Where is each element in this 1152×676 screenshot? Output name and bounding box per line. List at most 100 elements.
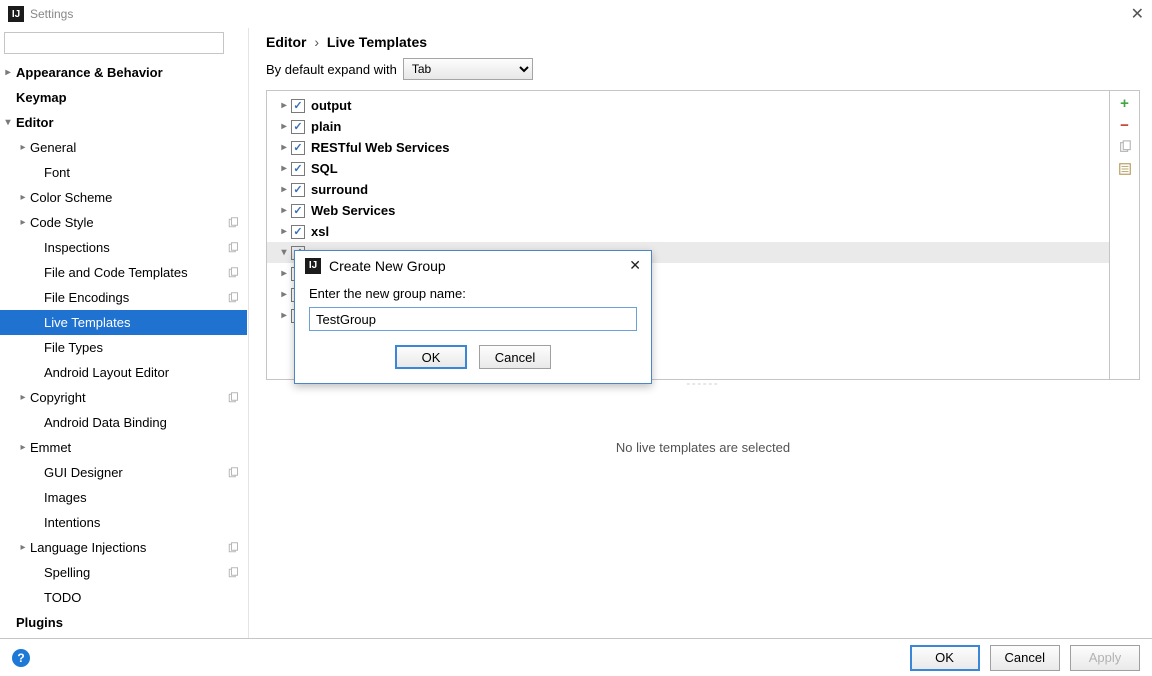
template-group-label: surround <box>311 182 368 197</box>
apply-button[interactable]: Apply <box>1070 645 1140 671</box>
sidebar-item-label: Appearance & Behavior <box>16 65 163 80</box>
sidebar-item[interactable]: Plugins <box>0 610 247 635</box>
sidebar-item[interactable]: ▾Editor <box>0 110 247 135</box>
scope-icon <box>227 467 239 479</box>
breadcrumb: Editor › Live Templates <box>254 28 1152 52</box>
chevron-right-icon: ▸ <box>277 184 291 195</box>
settings-search-input[interactable] <box>4 32 224 54</box>
sidebar-item[interactable]: Intentions <box>0 510 247 535</box>
sidebar-item-label: File Types <box>44 340 103 355</box>
chevron-right-icon: ▸ <box>277 289 291 300</box>
add-template-button[interactable]: + <box>1117 95 1133 111</box>
sidebar-item-label: Android Data Binding <box>44 415 167 430</box>
sidebar-item-label: Plugins <box>16 615 63 630</box>
template-group-row[interactable]: ▸plain <box>267 116 1109 137</box>
chevron-right-icon: ▸ <box>16 392 30 403</box>
dialog-footer: ? OK Cancel Apply <box>0 638 1152 676</box>
sidebar-item-label: File and Code Templates <box>44 265 188 280</box>
breadcrumb-part[interactable]: Editor <box>266 34 306 50</box>
sidebar-item-label: Live Templates <box>44 315 130 330</box>
template-group-label: RESTful Web Services <box>311 140 449 155</box>
sidebar-item[interactable]: Inspections <box>0 235 247 260</box>
template-group-row[interactable]: ▸xsl <box>267 221 1109 242</box>
sidebar-item-label: Images <box>44 490 87 505</box>
cancel-button[interactable]: Cancel <box>990 645 1060 671</box>
chevron-right-icon: ▸ <box>277 100 291 111</box>
template-checkbox[interactable] <box>291 162 305 176</box>
template-group-row[interactable]: ▸ surround <box>267 179 1109 200</box>
sidebar-item-label: Inspections <box>44 240 110 255</box>
sidebar-item-label: Spelling <box>44 565 90 580</box>
sidebar-item-label: Language Injections <box>30 540 146 555</box>
templates-toolbar: + − <box>1109 91 1139 379</box>
dialog-ok-button[interactable]: OK <box>395 345 467 369</box>
template-group-row[interactable]: ▸ Web Services <box>267 200 1109 221</box>
chevron-right-icon: ▸ <box>277 226 291 237</box>
help-button[interactable]: ? <box>12 649 30 667</box>
sidebar-item-label: GUI Designer <box>44 465 123 480</box>
sidebar-item[interactable]: ▸Code Style <box>0 210 247 235</box>
remove-template-button[interactable]: − <box>1117 117 1133 133</box>
sidebar-item[interactable]: Spelling <box>0 560 247 585</box>
sidebar-item[interactable]: Font <box>0 160 247 185</box>
template-checkbox[interactable] <box>291 99 305 113</box>
scope-icon <box>227 217 239 229</box>
template-group-row[interactable]: ▸SQL <box>267 158 1109 179</box>
dialog-prompt: Enter the new group name: <box>309 286 637 301</box>
template-checkbox[interactable] <box>291 204 305 218</box>
sidebar-item[interactable]: Keymap <box>0 85 247 110</box>
template-group-row[interactable]: ▸RESTful Web Services <box>267 137 1109 158</box>
sidebar-item-label: Intentions <box>44 515 100 530</box>
sidebar-item[interactable]: File and Code Templates <box>0 260 247 285</box>
scope-icon <box>227 242 239 254</box>
scope-icon <box>227 567 239 579</box>
chevron-right-icon: ▸ <box>277 205 291 216</box>
sidebar-item-label: Code Style <box>30 215 94 230</box>
sidebar-item[interactable]: ▸Appearance & Behavior <box>0 60 247 85</box>
chevron-right-icon: ▸ <box>0 67 16 78</box>
chevron-right-icon: ▸ <box>277 268 291 279</box>
template-checkbox[interactable] <box>291 225 305 239</box>
copy-template-button[interactable] <box>1117 139 1133 155</box>
template-group-row[interactable]: ▸output <box>267 95 1109 116</box>
sidebar-item-label: TODO <box>44 590 81 605</box>
template-group-label: Web Services <box>311 203 395 218</box>
chevron-right-icon: ▸ <box>277 163 291 174</box>
sidebar-item-label: Font <box>44 165 70 180</box>
dialog-cancel-button[interactable]: Cancel <box>479 345 551 369</box>
sidebar-item[interactable]: Live Templates <box>0 310 247 335</box>
sidebar-item[interactable]: ▸Color Scheme <box>0 185 247 210</box>
dialog-close-button[interactable]: ✕ <box>629 257 641 274</box>
ok-button[interactable]: OK <box>910 645 980 671</box>
group-name-input[interactable] <box>309 307 637 331</box>
sidebar-item[interactable]: Images <box>0 485 247 510</box>
chevron-right-icon: ▸ <box>16 542 30 553</box>
sidebar-item[interactable]: ▸Language Injections <box>0 535 247 560</box>
sidebar-item[interactable]: GUI Designer <box>0 460 247 485</box>
chevron-right-icon: ▸ <box>16 442 30 453</box>
sidebar-item[interactable]: Android Data Binding <box>0 410 247 435</box>
titlebar: IJ Settings ✕ <box>0 0 1152 28</box>
sidebar-item-label: Android Layout Editor <box>44 365 169 380</box>
template-checkbox[interactable] <box>291 141 305 155</box>
chevron-right-icon: ▸ <box>16 192 30 203</box>
scope-icon <box>227 292 239 304</box>
template-checkbox[interactable] <box>291 120 305 134</box>
window-close-button[interactable]: ✕ <box>1131 4 1144 24</box>
chevron-right-icon: ▸ <box>16 142 30 153</box>
create-group-dialog: IJ Create New Group ✕ Enter the new grou… <box>294 250 652 384</box>
sidebar-item-label: General <box>30 140 76 155</box>
sidebar-item-label: Keymap <box>16 90 67 105</box>
empty-templates-message: No live templates are selected <box>254 390 1152 505</box>
sidebar-item[interactable]: File Encodings <box>0 285 247 310</box>
settings-tree[interactable]: ▸Appearance & BehaviorKeymap▾Editor▸Gene… <box>0 58 247 638</box>
sidebar-item[interactable]: File Types <box>0 335 247 360</box>
sidebar-item[interactable]: ▸Copyright <box>0 385 247 410</box>
template-checkbox[interactable] <box>291 183 305 197</box>
sidebar-item[interactable]: Android Layout Editor <box>0 360 247 385</box>
sidebar-item[interactable]: ▸Emmet <box>0 435 247 460</box>
sidebar-item[interactable]: ▸General <box>0 135 247 160</box>
expand-with-select[interactable]: Tab <box>403 58 533 80</box>
paste-template-button[interactable] <box>1117 161 1133 177</box>
sidebar-item[interactable]: TODO <box>0 585 247 610</box>
